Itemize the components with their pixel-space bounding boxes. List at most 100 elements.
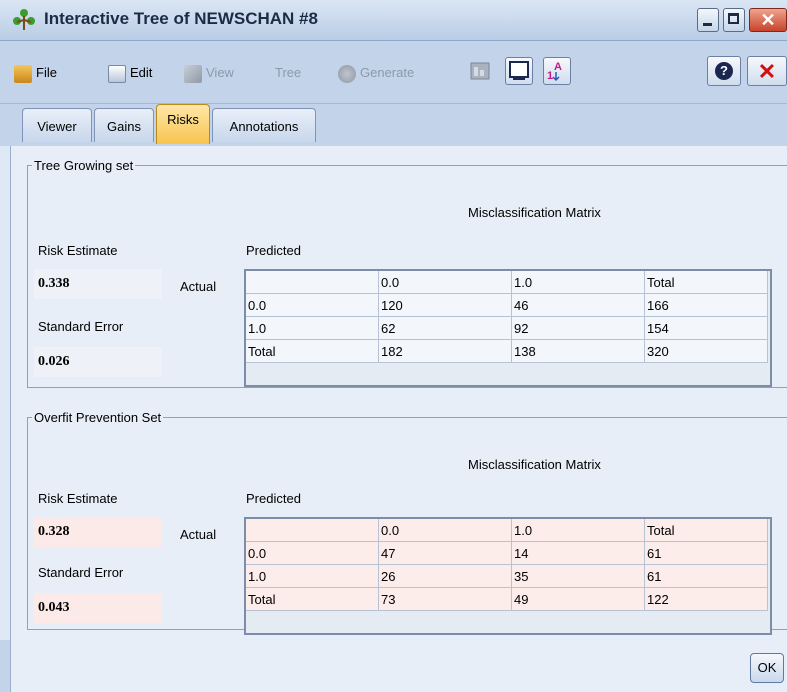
table-row: Total 73 49 122 bbox=[246, 587, 768, 611]
svg-text:1: 1 bbox=[547, 70, 553, 82]
tab-viewer-label: Viewer bbox=[37, 119, 77, 134]
chart-button[interactable] bbox=[466, 57, 494, 85]
overfit-risk-value: 0.328 bbox=[34, 517, 162, 547]
matrix-cell: 0.0 bbox=[246, 293, 379, 317]
tab-bar: Viewer Gains Risks Annotations bbox=[0, 104, 787, 146]
tree-growing-risk-label: Risk Estimate bbox=[38, 243, 118, 258]
matrix-cell: 154 bbox=[644, 316, 768, 340]
risks-panel: Tree Growing set Misclassification Matri… bbox=[10, 146, 787, 692]
overfit-group: Overfit Prevention Set Misclassification… bbox=[27, 410, 787, 635]
tab-annotations-label: Annotations bbox=[229, 119, 299, 134]
matrix-cell: 73 bbox=[378, 587, 512, 611]
menu-edit-label: Edit bbox=[130, 65, 153, 80]
close-x-icon: ✕ bbox=[757, 59, 777, 84]
menu-view-label: View bbox=[206, 65, 234, 80]
tree-growing-risk-value: 0.338 bbox=[34, 269, 162, 299]
menu-file-label: File bbox=[36, 65, 57, 80]
matrix-cell: 14 bbox=[511, 541, 645, 565]
svg-text:A: A bbox=[554, 61, 562, 73]
matrix-cell bbox=[246, 519, 379, 542]
overfit-matrix[interactable]: 0.0 1.0 Total 0.0 47 14 61 1.0 26 35 61 … bbox=[244, 517, 772, 635]
dialog-window: Interactive Tree of NEWSCHAN #8 ✕ File E… bbox=[0, 0, 787, 692]
menu-edit[interactable]: Edit bbox=[108, 61, 152, 85]
close-button[interactable]: ✕ bbox=[747, 56, 787, 86]
menu-tree-label: Tree bbox=[275, 65, 302, 80]
tab-annotations[interactable]: Annotations bbox=[212, 108, 316, 142]
matrix-cell: 1.0 bbox=[246, 564, 379, 588]
tree-icon bbox=[13, 9, 35, 30]
tree-growing-matrix-table: 0.0 1.0 Total 0.0 120 46 166 1.0 62 92 1… bbox=[246, 271, 768, 363]
matrix-cell: 92 bbox=[511, 316, 645, 340]
matrix-cell: Total bbox=[246, 587, 379, 611]
matrix-cell: 35 bbox=[511, 564, 645, 588]
window-close-button[interactable]: ✕ bbox=[749, 8, 787, 32]
matrix-cell: 62 bbox=[378, 316, 512, 340]
matrix-cell: 1.0 bbox=[511, 271, 645, 294]
matrix-cell: 61 bbox=[644, 541, 768, 565]
matrix-cell: 61 bbox=[644, 564, 768, 588]
matrix-cell: 122 bbox=[644, 587, 768, 611]
matrix-cell: 120 bbox=[378, 293, 512, 317]
matrix-cell: 320 bbox=[644, 339, 768, 363]
close-icon: ✕ bbox=[760, 10, 776, 30]
menu-generate-label: Generate bbox=[360, 65, 415, 80]
matrix-cell: 46 bbox=[511, 293, 645, 317]
minimize-button[interactable] bbox=[697, 8, 719, 32]
table-row: 1.0 26 35 61 bbox=[246, 564, 768, 588]
matrix-cell: 0.0 bbox=[378, 271, 512, 294]
preview-button[interactable] bbox=[505, 57, 533, 85]
sort-icon: 1A bbox=[547, 61, 562, 82]
overfit-risk-label: Risk Estimate bbox=[38, 491, 118, 506]
matrix-cell: 182 bbox=[378, 339, 512, 363]
matrix-cell: 166 bbox=[644, 293, 768, 317]
maximize-button[interactable] bbox=[723, 8, 745, 32]
matrix-cell: 1.0 bbox=[246, 316, 379, 340]
title-bar[interactable]: Interactive Tree of NEWSCHAN #8 ✕ bbox=[0, 0, 787, 41]
overfit-se-value: 0.043 bbox=[34, 593, 162, 623]
tab-risks[interactable]: Risks bbox=[156, 104, 210, 144]
table-row: 0.0 47 14 61 bbox=[246, 541, 768, 565]
matrix-cell: 49 bbox=[511, 587, 645, 611]
tree-growing-legend: Tree Growing set bbox=[34, 158, 134, 173]
matrix-cell: Total bbox=[644, 271, 768, 294]
matrix-cell: 26 bbox=[378, 564, 512, 588]
overfit-actual-label: Actual bbox=[180, 527, 217, 542]
matrix-cell: Total bbox=[644, 519, 768, 542]
brush-icon bbox=[184, 64, 202, 83]
tree-growing-se-label: Standard Error bbox=[38, 319, 124, 334]
overfit-se-label: Standard Error bbox=[38, 565, 124, 580]
overfit-matrix-table: 0.0 1.0 Total 0.0 47 14 61 1.0 26 35 61 … bbox=[246, 519, 768, 611]
matrix-cell: Total bbox=[246, 339, 379, 363]
tab-gains[interactable]: Gains bbox=[94, 108, 154, 142]
menu-generate[interactable]: Generate bbox=[338, 61, 414, 85]
matrix-cell: 1.0 bbox=[511, 519, 645, 542]
overfit-predicted-label: Predicted bbox=[246, 491, 301, 506]
table-row: 0.0 120 46 166 bbox=[246, 293, 768, 317]
menu-tree[interactable]: Tree bbox=[275, 61, 301, 85]
matrix-cell: 0.0 bbox=[246, 541, 379, 565]
tree-growing-se-value: 0.026 bbox=[34, 347, 162, 377]
tree-growing-matrix[interactable]: 0.0 1.0 Total 0.0 120 46 166 1.0 62 92 1… bbox=[244, 269, 772, 387]
help-button[interactable]: ? bbox=[707, 56, 741, 86]
help-icon: ? bbox=[715, 62, 733, 80]
tree-growing-actual-label: Actual bbox=[180, 279, 217, 294]
sort-button[interactable]: 1A bbox=[543, 57, 571, 85]
tab-viewer[interactable]: Viewer bbox=[22, 108, 92, 142]
generate-icon bbox=[338, 64, 356, 83]
overfit-matrix-title: Misclassification Matrix bbox=[468, 457, 601, 472]
edit-icon bbox=[108, 64, 126, 83]
window-title: Interactive Tree of NEWSCHAN #8 bbox=[44, 9, 318, 28]
matrix-cell bbox=[246, 271, 379, 294]
tree-growing-matrix-title: Misclassification Matrix bbox=[468, 205, 601, 220]
folder-icon bbox=[14, 64, 32, 83]
overfit-legend: Overfit Prevention Set bbox=[34, 410, 162, 425]
tab-risks-label: Risks bbox=[167, 112, 199, 127]
ok-button[interactable]: OK bbox=[750, 653, 784, 683]
tree-growing-group: Tree Growing set Misclassification Matri… bbox=[27, 158, 787, 388]
menu-view[interactable]: View bbox=[184, 61, 234, 85]
matrix-cell: 0.0 bbox=[378, 519, 512, 542]
preview-icon bbox=[509, 61, 529, 80]
menu-file[interactable]: File bbox=[14, 61, 57, 85]
chart-icon bbox=[470, 62, 490, 80]
table-row: 0.0 1.0 Total bbox=[246, 271, 768, 294]
